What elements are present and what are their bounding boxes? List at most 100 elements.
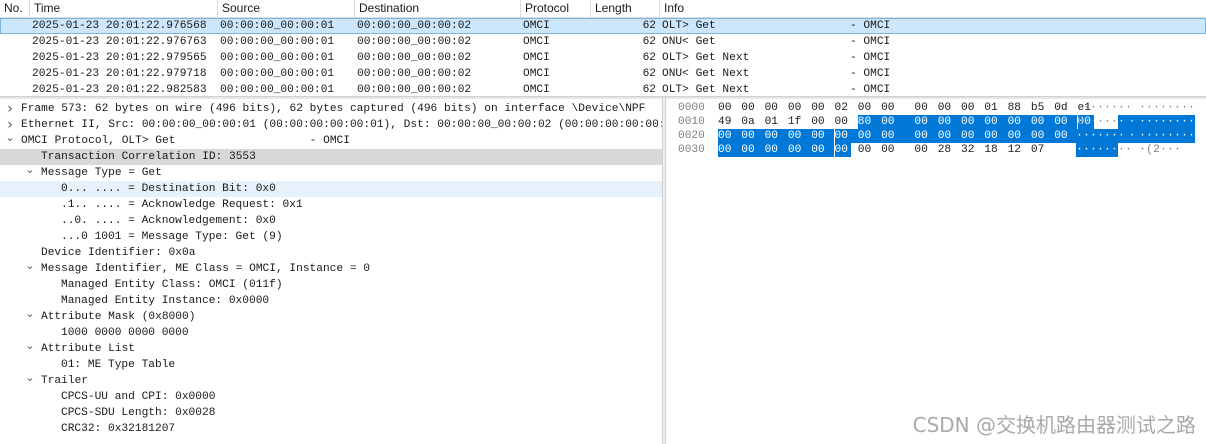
tree-item[interactable]: ⌄ Attribute List [0,341,662,357]
tree-item[interactable]: › Frame 573: 62 bytes on wire (496 bits),… [0,101,662,117]
ascii-char[interactable]: · [1090,129,1097,143]
tree-item[interactable]: CPCS-UU and CPI: 0x0000 [0,389,662,405]
ascii-char[interactable]: · [1153,129,1160,143]
hex-byte[interactable]: 00 [1054,129,1078,143]
hex-byte[interactable]: 00 [914,143,930,157]
packet-row[interactable]: 2025-01-23 20:01:22.979718 00:00:00_00:00… [0,66,1206,82]
tree-item[interactable]: ⌄ Trailer [0,373,662,389]
hex-byte[interactable]: b5 [1031,101,1047,115]
tree-item[interactable]: Managed Entity Class: OMCI (011f) [0,277,662,293]
ascii-char[interactable]: · [1153,115,1160,129]
ascii-char[interactable]: · [1139,143,1146,157]
hex-byte[interactable]: 00 [858,101,874,115]
ascii-char[interactable]: · [1167,143,1174,157]
hex-byte[interactable]: 00 [1007,129,1031,143]
ascii-char[interactable]: 2 [1153,143,1160,157]
chevron-down-icon[interactable]: ⌄ [24,261,36,277]
hex-byte[interactable]: 00 [765,101,781,115]
column-header-protocol[interactable]: Protocol [521,0,591,17]
hex-byte[interactable]: 00 [1030,129,1055,143]
chevron-right-icon[interactable]: › [4,117,16,133]
hex-byte[interactable]: 00 [787,129,812,143]
ascii-char[interactable]: · [1146,129,1153,143]
ascii-char[interactable]: · [1111,101,1118,115]
packet-row[interactable]: 2025-01-23 20:01:22.976568 00:00:00_00:00… [0,18,1206,34]
ascii-char[interactable]: · [1097,143,1104,157]
hex-byte[interactable]: 01 [984,101,1000,115]
packet-row[interactable]: 2025-01-23 20:01:22.982583 00:00:00_00:00… [0,82,1206,96]
ascii-char[interactable]: · [1160,101,1167,115]
hex-byte[interactable]: 00 [1054,115,1078,129]
ascii-char[interactable]: · [1181,115,1188,129]
hex-byte[interactable]: 00 [1030,115,1055,129]
hex-byte[interactable]: 12 [1008,143,1024,157]
hex-byte[interactable]: 00 [788,101,804,115]
hex-byte[interactable]: 00 [881,115,915,129]
hex-byte[interactable]: 00 [764,129,788,143]
ascii-char[interactable]: · [1174,115,1181,129]
hex-byte[interactable]: 00 [857,129,882,143]
ascii-char[interactable]: · [1188,101,1195,115]
hex-byte[interactable]: 00 [914,115,938,129]
tree-item[interactable]: ⌄ OMCI Protocol, OLT> Get - OMCI [0,133,662,149]
ascii-char[interactable]: · [1118,101,1125,115]
tree-item[interactable]: Device Identifier: 0x0a [0,245,662,261]
hex-byte[interactable]: 0a [741,115,757,129]
hex-byte[interactable]: 00 [741,143,765,157]
tree-item[interactable]: ..0. .... = Acknowledgement: 0x0 [0,213,662,229]
ascii-char[interactable]: · [1104,101,1111,115]
chevron-down-icon[interactable]: ⌄ [24,373,36,389]
hex-byte[interactable]: 18 [984,143,1000,157]
ascii-char[interactable]: · [1090,143,1097,157]
ascii-char[interactable]: · [1174,143,1181,157]
ascii-char[interactable]: · [1083,129,1090,143]
hex-byte[interactable]: 00 [718,129,742,143]
ascii-char[interactable]: · [1104,115,1111,129]
column-header-no[interactable]: No. [0,0,30,17]
chevron-right-icon[interactable]: › [4,101,16,117]
hex-byte[interactable]: 00 [741,129,765,143]
ascii-char[interactable]: · [1167,101,1174,115]
hex-byte[interactable]: 00 [834,143,851,157]
ascii-char[interactable]: · [1118,115,1125,129]
packet-list[interactable]: No. Time Source Destination Protocol Len… [0,0,1206,96]
ascii-char[interactable]: ( [1146,143,1153,157]
hex-byte[interactable]: 80 [857,115,882,129]
column-header-length[interactable]: Length [591,0,660,17]
hex-byte[interactable]: 28 [938,143,954,157]
ascii-char[interactable]: · [1174,101,1181,115]
ascii-char[interactable]: · [1125,143,1132,157]
tree-item[interactable]: Transaction Correlation ID: 3553 [0,149,662,165]
tree-item[interactable]: 0... .... = Destination Bit: 0x0 [0,181,662,197]
tree-item[interactable]: CRC32: 0x32181207 [0,421,662,437]
hex-byte[interactable]: 00 [881,143,897,157]
hex-byte[interactable]: 00 [764,143,788,157]
ascii-char[interactable]: · [1181,129,1188,143]
hex-byte[interactable]: 00 [961,129,985,143]
hex-byte[interactable]: 88 [1008,101,1024,115]
ascii-char[interactable]: · [1076,101,1083,115]
tree-item[interactable]: 01: ME Type Table [0,357,662,373]
tree-item[interactable]: › Ethernet II, Src: 00:00:00_00:00:01 (00… [0,117,662,133]
hex-byte[interactable]: 00 [858,143,874,157]
ascii-char[interactable]: · [1097,101,1104,115]
chevron-down-icon[interactable]: ⌄ [24,341,36,357]
ascii-char[interactable]: · [1139,115,1146,129]
ascii-char[interactable]: · [1160,115,1167,129]
ascii-char[interactable]: · [1153,101,1160,115]
ascii-char[interactable]: · [1167,129,1174,143]
hex-byte[interactable]: 00 [1007,115,1031,129]
tree-item[interactable]: CPCS-SDU Length: 0x0028 [0,405,662,421]
ascii-char[interactable]: · [1083,115,1090,129]
hex-byte[interactable]: 01 [765,115,781,129]
hex-byte[interactable]: 1f [788,115,804,129]
ascii-char[interactable]: · [1125,115,1139,129]
hex-byte[interactable]: 07 [1031,143,1047,157]
packet-details-tree[interactable]: › Frame 573: 62 bytes on wire (496 bits),… [0,99,662,444]
hex-byte[interactable]: 00 [718,101,734,115]
ascii-char[interactable]: · [1146,101,1153,115]
ascii-char[interactable]: · [1139,129,1146,143]
hex-byte[interactable]: 00 [961,115,985,129]
hex-byte[interactable]: 00 [938,101,954,115]
hex-byte[interactable]: 00 [914,129,938,143]
